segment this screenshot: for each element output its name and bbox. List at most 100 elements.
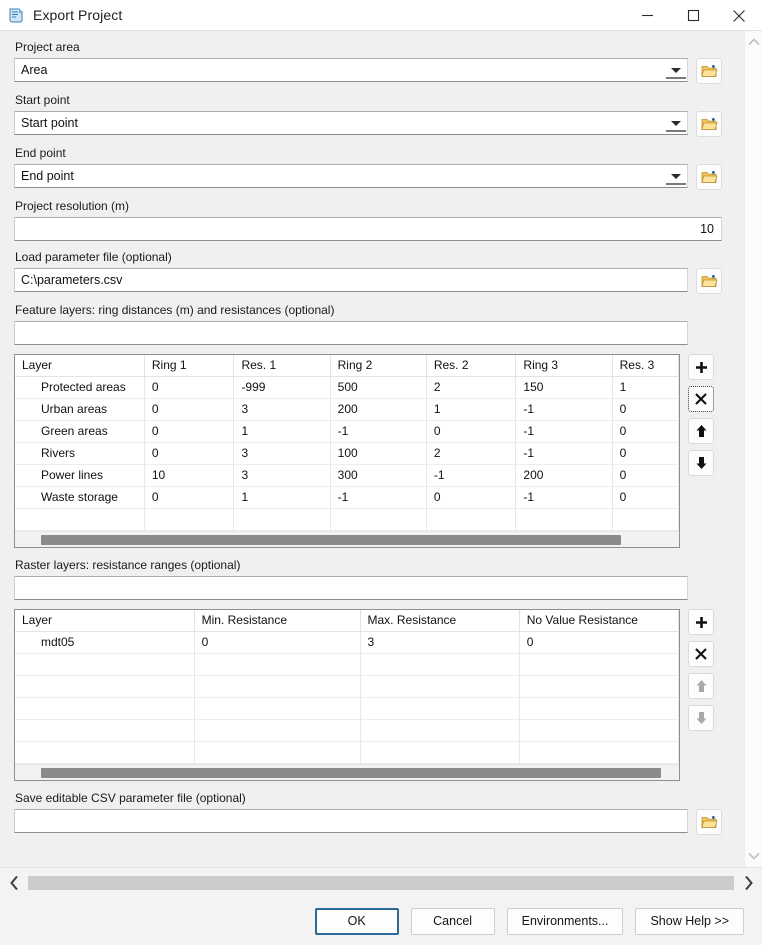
table-row-empty[interactable] [15,509,679,531]
start-point-value[interactable]: Start point [14,111,688,135]
table-cell[interactable]: 0 [612,465,678,487]
table-cell[interactable]: 150 [516,377,612,399]
table-row-empty[interactable] [15,654,679,676]
table-cell[interactable]: 0 [144,399,234,421]
table-row-empty[interactable] [15,720,679,742]
table-cell[interactable]: Urban areas [15,399,144,421]
table-cell[interactable] [194,698,360,720]
table-cell[interactable]: 100 [330,443,426,465]
table-cell[interactable]: 0 [144,421,234,443]
table-cell[interactable]: 0 [426,421,516,443]
table-cell[interactable]: 1 [234,421,330,443]
delete-row-button[interactable] [688,386,714,412]
table-cell[interactable]: -1 [516,399,612,421]
table-cell[interactable] [194,742,360,764]
table-cell[interactable] [519,676,678,698]
table-row-empty[interactable] [15,742,679,764]
raster-layers-value[interactable] [14,576,688,600]
table-cell[interactable] [194,676,360,698]
feature-layers-input[interactable] [14,321,688,345]
maximize-icon[interactable] [670,0,716,31]
table-cell[interactable]: 3 [234,399,330,421]
table-cell[interactable] [360,742,519,764]
table-row[interactable]: Power lines103300-12000 [15,465,679,487]
table-cell[interactable]: 0 [612,487,678,509]
table-cell[interactable]: 0 [144,377,234,399]
column-header[interactable]: Min. Resistance [194,610,360,632]
column-header[interactable]: Res. 3 [612,355,678,377]
end-point-browse-button[interactable] [696,164,722,190]
move-down-button[interactable] [688,450,714,476]
table-cell[interactable]: -1 [330,421,426,443]
raster-layers-table[interactable]: LayerMin. ResistanceMax. ResistanceNo Va… [14,609,680,781]
table-cell[interactable]: Rivers [15,443,144,465]
project-area-value[interactable]: Area [14,58,688,82]
load-parameter-file-browse-button[interactable] [696,268,722,294]
save-csv-browse-button[interactable] [696,809,722,835]
column-header[interactable]: Layer [15,610,194,632]
project-resolution-input[interactable]: 10 [14,217,722,241]
table-cell[interactable] [426,509,516,531]
load-parameter-file-input[interactable]: C:\parameters.csv [14,268,688,292]
table-cell[interactable] [360,654,519,676]
table-row-empty[interactable] [15,676,679,698]
start-point-combobox[interactable]: Start point [14,111,688,135]
table-row[interactable]: Waste storage01-10-10 [15,487,679,509]
load-parameter-file-value[interactable]: C:\parameters.csv [14,268,688,292]
project-area-combobox[interactable]: Area [14,58,688,82]
table-cell[interactable]: 1 [612,377,678,399]
end-point-combobox[interactable]: End point [14,164,688,188]
table-cell[interactable]: 0 [612,421,678,443]
chevron-right-icon[interactable] [734,868,762,898]
table-cell[interactable]: 10 [144,465,234,487]
column-header[interactable]: Ring 3 [516,355,612,377]
raster-layers-input[interactable] [14,576,688,600]
table-cell[interactable]: 0 [612,443,678,465]
cancel-button[interactable]: Cancel [411,908,495,935]
table-cell[interactable]: 300 [330,465,426,487]
table-cell[interactable]: Waste storage [15,487,144,509]
table-cell[interactable] [360,720,519,742]
table-cell[interactable] [360,698,519,720]
chevron-down-icon[interactable] [665,112,687,134]
chevron-down-icon[interactable] [665,59,687,81]
table-row[interactable]: Protected areas0-99950021501 [15,377,679,399]
table-cell[interactable]: Green areas [15,421,144,443]
table-row[interactable]: mdt05030 [15,632,679,654]
table-cell[interactable]: 0 [612,399,678,421]
project-resolution-value[interactable]: 10 [14,217,722,241]
scrollbar-thumb[interactable] [41,768,661,778]
move-up-button[interactable] [688,418,714,444]
table-cell[interactable]: 0 [144,487,234,509]
table-row[interactable]: Green areas01-10-10 [15,421,679,443]
column-header[interactable]: No Value Resistance [519,610,678,632]
feature-table-hscrollbar[interactable] [15,531,679,547]
chevron-down-icon[interactable] [745,847,762,865]
add-row-button[interactable] [688,609,714,635]
table-cell[interactable] [519,654,678,676]
table-cell[interactable]: Power lines [15,465,144,487]
save-csv-input[interactable] [14,809,688,833]
horizontal-scrollbar[interactable] [0,867,762,897]
table-cell[interactable] [194,654,360,676]
table-cell[interactable] [612,509,678,531]
raster-table-hscrollbar[interactable] [15,764,679,780]
table-cell[interactable] [516,509,612,531]
table-cell[interactable]: 1 [426,399,516,421]
table-cell[interactable]: 3 [360,632,519,654]
column-header[interactable]: Res. 1 [234,355,330,377]
table-cell[interactable]: 0 [426,487,516,509]
table-cell[interactable] [194,720,360,742]
table-cell[interactable]: -1 [516,487,612,509]
table-cell[interactable] [519,742,678,764]
table-cell[interactable]: 0 [144,443,234,465]
feature-layers-table[interactable]: LayerRing 1Res. 1Ring 2Res. 2Ring 3Res. … [14,354,680,548]
delete-row-button[interactable] [688,641,714,667]
table-row[interactable]: Rivers031002-10 [15,443,679,465]
project-area-browse-button[interactable] [696,58,722,84]
show-help-button[interactable]: Show Help >> [635,908,744,935]
table-cell[interactable] [234,509,330,531]
table-cell[interactable] [144,509,234,531]
close-icon[interactable] [716,0,762,31]
table-cell[interactable]: 200 [330,399,426,421]
